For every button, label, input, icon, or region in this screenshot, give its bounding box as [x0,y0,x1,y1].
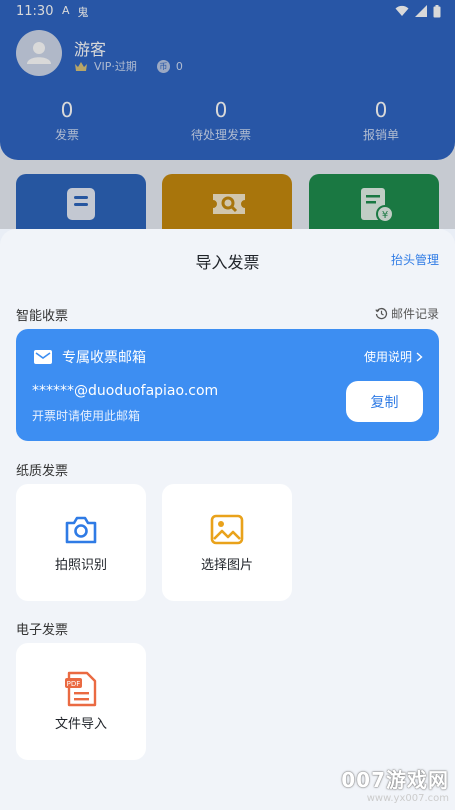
chevron-right-icon [416,351,423,362]
mail-icon [34,350,52,364]
file-import-card[interactable]: PDF 文件导入 [16,643,146,760]
header-management-link[interactable]: 抬头管理 [391,251,439,268]
import-invoice-sheet: 导入发票 抬头管理 智能收票 邮件记录 专属收票邮箱 使用说明 ******@d… [0,229,455,810]
photo-recognition-card[interactable]: 拍照识别 [16,484,146,601]
email-card-title-row: 专属收票邮箱 [34,347,146,367]
camera-icon [65,516,97,544]
pdf-file-icon: PDF [65,671,97,707]
email-hint: 开票时请使用此邮箱 [32,409,141,423]
instructions-label: 使用说明 [363,350,412,364]
instructions-link[interactable]: 使用说明 [364,348,423,365]
exclusive-email-card: 专属收票邮箱 使用说明 ******@duoduofapiao.com 开票时请… [16,329,439,441]
mail-log-link[interactable]: 邮件记录 [375,305,439,322]
mail-log-label: 邮件记录 [390,307,439,321]
email-address: ******@duoduofapiao.com [32,383,219,399]
smart-receipt-label: 智能收票 [16,309,69,324]
copy-button[interactable]: 复制 [346,381,423,422]
paper-invoice-label: 纸质发票 [16,464,69,479]
photo-recognition-label: 拍照识别 [54,558,107,573]
file-import-label: 文件导入 [54,717,107,732]
watermark-title: 007游戏网 [341,768,449,792]
select-image-card[interactable]: 选择图片 [162,484,292,601]
electronic-invoice-label: 电子发票 [16,623,69,638]
select-image-label: 选择图片 [200,558,253,573]
watermark: 007游戏网 www.yx007.com [341,764,449,804]
sheet-title: 导入发票 [195,253,260,272]
history-icon [375,307,388,320]
dim-overlay[interactable] [0,0,455,229]
pdf-badge: PDF [67,680,81,688]
watermark-url: www.yx007.com [366,793,449,804]
image-icon [210,514,244,545]
email-card-title: 专属收票邮箱 [62,350,146,366]
